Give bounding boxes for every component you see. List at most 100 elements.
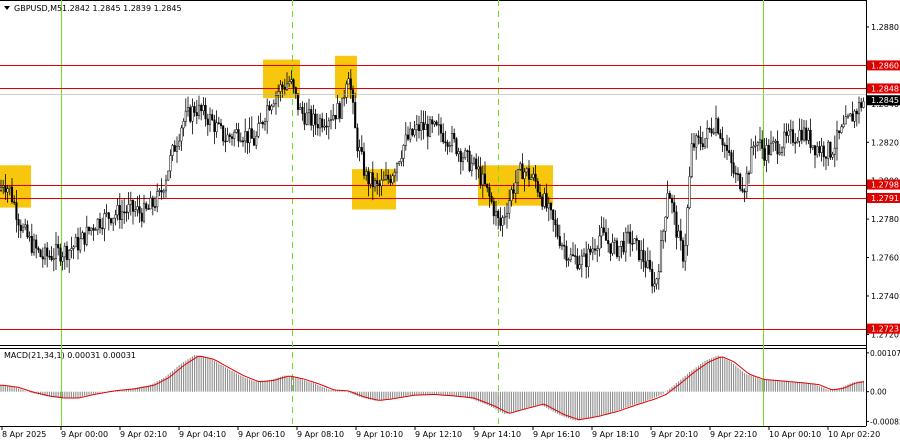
candle-body [19,224,22,232]
candle-body [323,125,326,128]
candle-body [776,140,779,155]
candle-body [802,127,806,141]
candle [637,240,641,263]
candle-body [413,129,416,136]
candle-body [857,102,861,115]
candle-body [173,145,176,152]
candle-body [464,150,467,159]
candle-body [235,129,238,133]
candle-body [824,156,828,159]
level-tag-label: 1.2848 [871,84,899,93]
candle-body [833,147,836,155]
candle-body [457,151,460,155]
candle-body [717,118,720,134]
candle-body [272,103,275,107]
price-chart[interactable]: 1.28801.28601.28401.28201.28001.27801.27… [0,0,900,441]
candle-body [318,118,322,129]
candle-body [158,190,161,192]
candle-body [81,232,84,240]
candle-body [838,130,841,134]
candle-body [294,87,297,94]
candle-body [547,203,550,209]
candle-body [114,214,117,219]
level-tag-label: 1.2791 [871,194,899,203]
candle-body [461,157,465,163]
ohlc-readout: 1.2842 1.2845 1.2839 1.2845 [62,4,182,13]
candle-body [338,103,341,119]
candle-body [545,193,548,209]
candle-body [811,145,814,148]
candle-body [525,168,528,173]
candle-body [332,115,335,120]
candle-body [750,147,753,174]
candle-body [39,249,42,257]
candle-body [310,109,313,126]
candle-body [805,127,808,141]
candle-body [508,200,511,214]
candle-body [30,236,33,253]
candle-body [754,144,757,147]
candle-body [356,127,359,152]
time-tick-label: 9 Apr 06:10 [238,430,285,439]
candle-body [37,247,40,251]
candle-body [160,190,163,193]
candle-body [15,202,18,220]
candle-body [730,152,733,164]
candle-body [442,132,445,143]
candle-body [794,142,797,144]
candle-body [189,107,192,122]
candle-body [178,140,181,147]
candle-body [666,193,669,218]
candle [340,97,344,119]
candle-body [787,130,790,136]
candle-body [371,172,374,188]
candle-body [411,128,414,136]
candle-body [635,238,638,241]
price-tick-label: 1.2760 [871,254,899,263]
time-tick-label: 9 Apr 04:10 [179,430,226,439]
candle-body [497,211,500,219]
candle-body [358,147,361,152]
candle-body [252,138,256,146]
price-tick-label: 1.2780 [871,215,899,224]
candle-body [692,143,696,148]
candle-body [472,158,476,164]
candle-body [85,226,88,245]
candle-body [281,84,284,88]
candle-body [624,232,627,253]
candle-body [26,224,29,238]
candle-body [483,173,487,185]
candle-body [519,163,522,170]
candle-body [171,145,174,156]
candle-body [147,208,150,210]
time-tick-label: 10 Apr 02:20 [828,430,880,439]
candle-body [673,202,676,213]
candle-body [679,230,682,241]
candle-body [68,249,71,260]
candle-body [789,129,792,132]
candle-body [615,240,619,257]
candle-body [459,151,462,163]
candle-body [521,163,524,180]
candle-body [620,240,623,247]
candle-body [270,105,273,111]
candle-body [490,195,493,202]
candle-body [17,219,20,226]
candle-body [613,240,616,243]
candle-body [149,197,152,210]
candle-body [488,187,491,197]
candle-body [741,188,744,192]
candle-body [763,148,766,161]
candle-body [398,161,401,165]
candle-body [664,216,667,232]
candle-body [118,205,121,220]
candle-body [622,240,625,253]
candle-body [501,217,504,226]
candle-body [536,180,539,193]
candle-body [307,109,311,114]
candle-body [851,113,854,122]
candle-body [63,245,66,258]
candle-body [50,256,53,261]
candle-body [530,177,533,180]
candle-body [415,124,418,131]
